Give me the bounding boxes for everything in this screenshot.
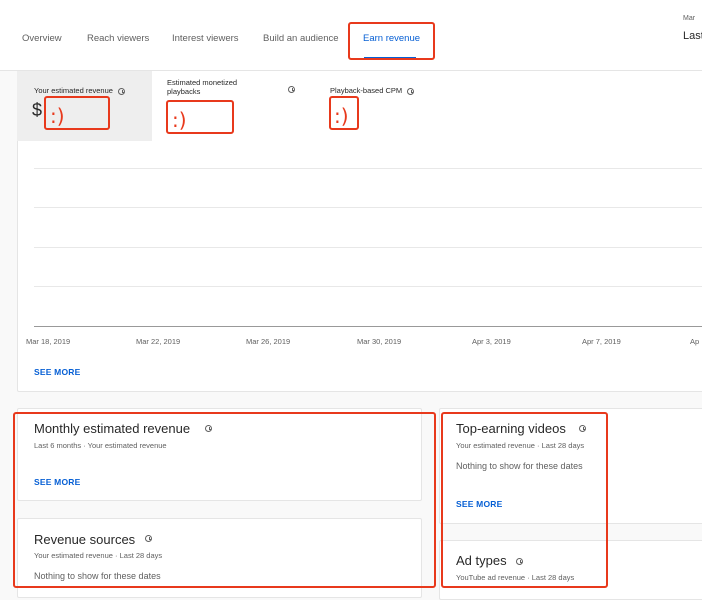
chart-gridline [34,168,702,169]
metric-tab-playback-cpm[interactable]: Playback-based CPM [330,86,415,95]
x-tick-label: Mar 26, 2019 [246,337,291,346]
metric-tab-monetized-playbacks[interactable]: Estimated monetized playbacks [167,78,237,96]
clock-icon [288,86,295,93]
x-tick-label: Mar 30, 2019 [357,337,402,346]
tab-interest-viewers[interactable]: Interest viewers [172,33,239,44]
tab-build-an-audience[interactable]: Build an audience [263,33,339,44]
metric-label-line2: playbacks [167,87,201,96]
highlight-earn-revenue-tab [348,22,435,60]
x-tick-label: Apr 7, 2019 [582,337,621,346]
metric-label-estimated-revenue: Your estimated revenue [34,86,126,95]
x-tick-label: Ap [690,337,700,346]
metric-label-text: Playback-based CPM [330,86,403,95]
overview-see-more-link[interactable]: SEE MORE [34,367,80,377]
chart-gridline [34,286,702,287]
x-tick-label: Mar 18, 2019 [26,337,71,346]
x-tick-label: Mar 22, 2019 [136,337,181,346]
x-tick-label: Apr 3, 2019 [472,337,511,346]
clock-icon [118,87,126,95]
tab-overview[interactable]: Overview [22,33,62,44]
highlight-right-cards [441,412,608,588]
chart-gridline [34,207,702,208]
clock-icon [407,87,415,95]
date-range-caption[interactable]: Mar [683,15,695,22]
revenue-value: :) [50,104,65,128]
chart-gridline [34,247,702,248]
date-range-selector[interactable]: Last [683,30,702,42]
playbacks-value: :) [172,108,187,132]
revenue-currency: $ [32,100,43,120]
metric-label-line1: Estimated monetized [167,78,238,87]
cpm-value: :) [334,104,349,128]
tab-reach-viewers[interactable]: Reach viewers [87,33,149,44]
chart-baseline [34,326,702,327]
metric-label-text: Your estimated revenue [34,86,113,95]
highlight-left-cards [13,412,436,588]
